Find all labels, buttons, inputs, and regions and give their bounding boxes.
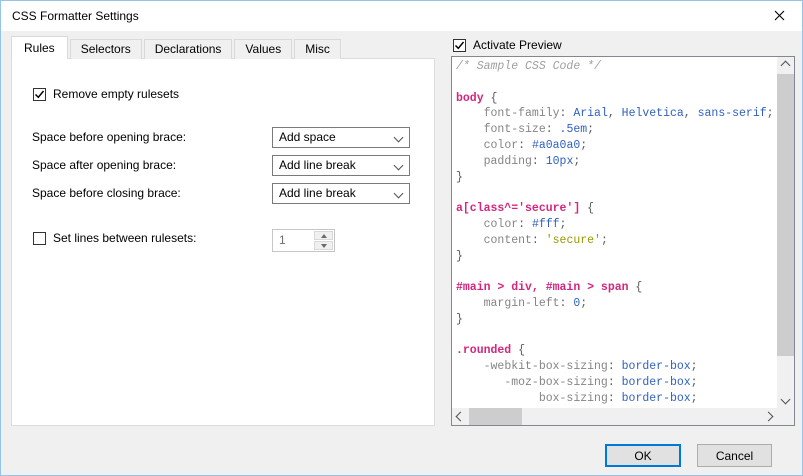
- chevron-down-icon: [781, 395, 791, 405]
- code-line: padding: 10px;: [456, 154, 777, 170]
- vertical-scrollbar[interactable]: [777, 57, 794, 408]
- triangle-down-icon: [321, 244, 327, 248]
- code-line: margin-left: 0;: [456, 296, 777, 312]
- code-line: font-size: .5em;: [456, 122, 777, 138]
- close-icon: [774, 9, 785, 24]
- tab-values[interactable]: Values: [234, 39, 292, 59]
- space-before-closing-brace-label: Space before closing brace:: [32, 183, 181, 204]
- activate-preview-label: Activate Preview: [473, 38, 562, 52]
- remove-empty-rulesets-label: Remove empty rulesets: [53, 87, 179, 101]
- triangle-up-icon: [321, 234, 327, 238]
- code-line: [456, 185, 777, 201]
- code-line: -moz-box-sizing: border-box;: [456, 375, 777, 391]
- scroll-left-button[interactable]: [452, 408, 469, 425]
- css-formatter-settings-dialog: CSS Formatter Settings Rules Selectors D…: [0, 0, 803, 476]
- tab-strip: Rules Selectors Declarations Values Misc: [11, 36, 341, 59]
- scrollbar-corner: [777, 408, 794, 425]
- code-line: font-family: Arial, Helvetica, sans-seri…: [456, 106, 777, 122]
- css-preview-textbox[interactable]: /* Sample CSS Code */ body { font-family…: [451, 56, 795, 426]
- cancel-button[interactable]: Cancel: [697, 444, 772, 467]
- code-line: .rounded {: [456, 343, 777, 359]
- window-title: CSS Formatter Settings: [12, 1, 139, 31]
- spinner-value: 1: [279, 230, 286, 251]
- code-line: }: [456, 170, 777, 186]
- code-line: a[class^='secure'] {: [456, 201, 777, 217]
- tab-rules[interactable]: Rules: [11, 36, 68, 59]
- scroll-up-button[interactable]: [777, 57, 794, 74]
- horizontal-scrollbar[interactable]: [452, 408, 777, 425]
- dropdown-value: Add space: [279, 130, 336, 144]
- ok-button[interactable]: OK: [605, 444, 681, 467]
- chevron-left-icon: [456, 412, 466, 422]
- code-line: body {: [456, 91, 777, 107]
- space-before-opening-brace-label: Space before opening brace:: [32, 127, 186, 148]
- checkbox-box: [33, 232, 46, 245]
- code-line: box-sizing: border-box;: [456, 391, 777, 407]
- code-line: -webkit-box-sizing: border-box;: [456, 359, 777, 375]
- space-before-closing-brace-dropdown[interactable]: Add line break: [272, 183, 410, 204]
- chevron-down-icon: [394, 161, 404, 171]
- spinner-down-button[interactable]: [314, 241, 333, 250]
- close-button[interactable]: [757, 1, 802, 31]
- spinner-up-button[interactable]: [314, 231, 333, 240]
- space-before-opening-brace-dropdown[interactable]: Add space: [272, 127, 410, 148]
- chevron-right-icon: [764, 412, 774, 422]
- horizontal-scrollbar-thumb[interactable]: [469, 408, 522, 425]
- set-lines-between-rulesets-label: Set lines between rulesets:: [53, 231, 196, 245]
- code-lines: /* Sample CSS Code */ body { font-family…: [452, 57, 777, 408]
- space-after-opening-brace-dropdown[interactable]: Add line break: [272, 155, 410, 176]
- dropdown-value: Add line break: [279, 158, 356, 172]
- code-line: [456, 75, 777, 91]
- lines-between-rulesets-spinner[interactable]: 1: [272, 229, 335, 252]
- set-lines-between-rulesets-checkbox[interactable]: Set lines between rulesets:: [33, 231, 196, 245]
- code-line: [456, 264, 777, 280]
- chevron-up-icon: [781, 61, 791, 71]
- dropdown-value: Add line break: [279, 186, 356, 200]
- titlebar: CSS Formatter Settings: [1, 1, 802, 31]
- rules-tab-panel: Remove empty rulesets Space before openi…: [11, 58, 435, 426]
- code-line: color: #fff;: [456, 217, 777, 233]
- tab-selectors[interactable]: Selectors: [70, 39, 142, 59]
- scroll-right-button[interactable]: [760, 408, 777, 425]
- code-line: content: 'secure';: [456, 233, 777, 249]
- tab-declarations[interactable]: Declarations: [144, 39, 233, 59]
- checkbox-box: [453, 39, 466, 52]
- code-line: [456, 328, 777, 344]
- code-line: /* Sample CSS Code */: [456, 59, 777, 75]
- code-line: color: #a0a0a0;: [456, 138, 777, 154]
- activate-preview-checkbox[interactable]: Activate Preview: [453, 38, 562, 52]
- tab-misc[interactable]: Misc: [294, 39, 341, 59]
- space-after-opening-brace-label: Space after opening brace:: [32, 155, 176, 176]
- chevron-down-icon: [394, 189, 404, 199]
- chevron-down-icon: [394, 133, 404, 143]
- scroll-down-button[interactable]: [777, 391, 794, 408]
- checkbox-box: [33, 88, 46, 101]
- code-line: }: [456, 312, 777, 328]
- remove-empty-rulesets-checkbox[interactable]: Remove empty rulesets: [33, 87, 179, 101]
- code-line: }: [456, 249, 777, 265]
- vertical-scrollbar-thumb[interactable]: [777, 74, 794, 356]
- code-line: #main > div, #main > span {: [456, 280, 777, 296]
